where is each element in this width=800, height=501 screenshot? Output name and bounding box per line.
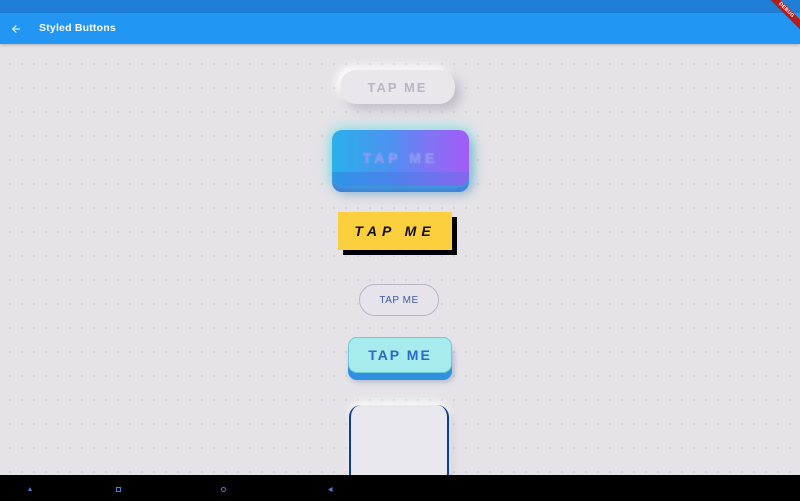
app-bar: Styled Buttons xyxy=(0,13,800,44)
outlined-tap-button[interactable]: TAP ME xyxy=(359,284,439,316)
home-button[interactable] xyxy=(220,486,226,492)
debug-banner-label: DEBUG xyxy=(762,0,800,35)
button-label: TAP ME xyxy=(362,150,439,166)
gradient-glow-tap-button[interactable]: TAP ME xyxy=(332,130,469,186)
volume-down-icon xyxy=(28,487,32,491)
button-list[interactable]: TAP ME TAP ME TAP ME TAP ME TAP ME xyxy=(0,44,800,475)
back-icon xyxy=(327,486,332,492)
nav-back-button[interactable] xyxy=(327,486,333,492)
overview-button[interactable] xyxy=(115,486,121,492)
button-label: TAP ME xyxy=(354,223,436,239)
status-bar xyxy=(0,0,800,13)
cyan-3d-tap-button[interactable]: TAP ME xyxy=(348,337,452,373)
arrow-back-icon xyxy=(12,25,20,33)
system-nav-bar xyxy=(0,475,800,501)
yellow-tap-button[interactable]: TAP ME xyxy=(338,212,452,250)
volume-down-button[interactable] xyxy=(27,486,33,492)
debug-banner: DEBUG xyxy=(760,0,800,40)
home-icon xyxy=(220,486,226,492)
button-label: TAP ME xyxy=(367,79,428,95)
page-title: Styled Buttons xyxy=(39,22,116,34)
button-label: TAP ME xyxy=(379,294,419,306)
neumorphic-tap-button[interactable]: TAP ME xyxy=(340,70,455,104)
overview-icon xyxy=(115,486,121,492)
card-tap-button[interactable] xyxy=(349,405,449,475)
back-button[interactable] xyxy=(6,19,26,39)
button-label: TAP ME xyxy=(368,347,432,363)
